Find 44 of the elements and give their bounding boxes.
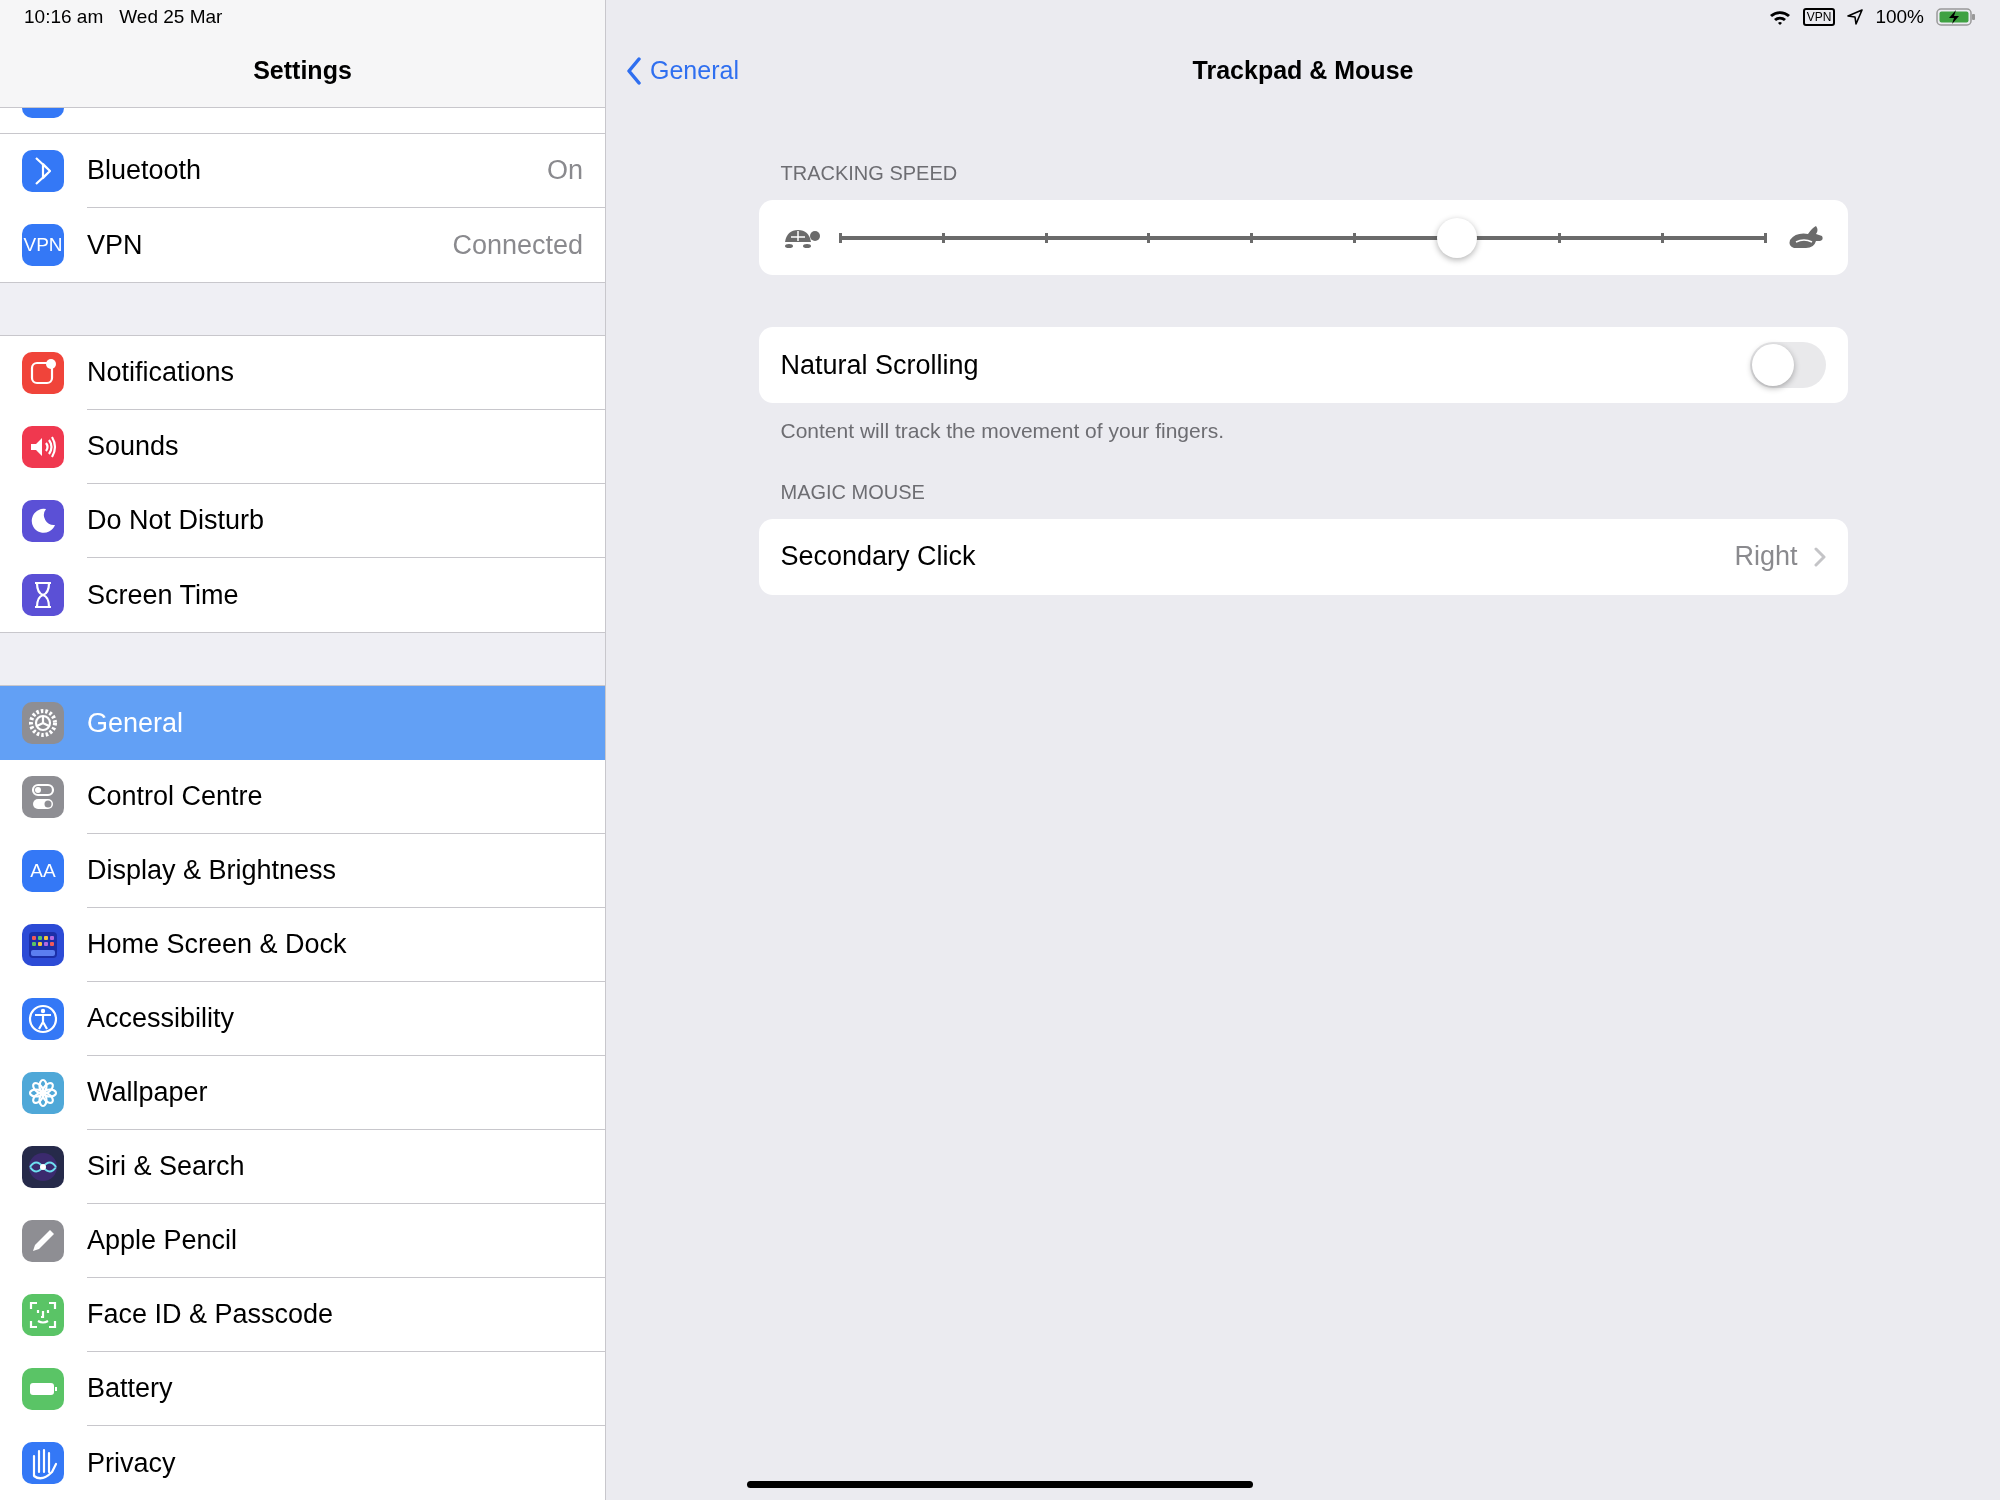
sidebar-item-label: Privacy: [87, 1446, 176, 1480]
sidebar-item-label: Apple Pencil: [87, 1224, 238, 1258]
sidebar-item-label: Control Centre: [87, 780, 263, 814]
sidebar-item-label: Accessibility: [87, 1002, 235, 1036]
sidebar-item-label: Do Not Disturb: [87, 504, 265, 538]
section-header: MAGIC MOUSE: [779, 479, 926, 505]
sidebar-item-label: Screen Time: [87, 578, 239, 612]
sidebar-item-label: Sounds: [87, 430, 179, 464]
sidebar-title: Settings: [253, 54, 352, 86]
sidebar-item-label: Bluetooth: [87, 154, 202, 188]
sidebar-item-label: Home Screen & Dock: [87, 928, 347, 962]
battery-percentage: 100%: [1875, 4, 1924, 29]
sidebar-item-label: Display & Brightness: [87, 854, 337, 888]
vpn-badge: VPN: [1802, 8, 1836, 26]
sidebar-item-label: Face ID & Passcode: [87, 1298, 334, 1332]
sidebar-item-value: Connected: [452, 228, 583, 262]
app-icon: [22, 108, 64, 118]
secondary-click-row[interactable]: Secondary Click Right: [758, 518, 1848, 595]
section-header: TRACKING SPEED: [779, 161, 959, 186]
sidebar-item-label: VPN: [87, 228, 143, 262]
battery-charging-icon: [1936, 8, 1976, 26]
toggle-switch[interactable]: [1749, 342, 1826, 388]
sidebar-item-label: General: [87, 706, 184, 740]
sidebar-item-label: Notifications: [87, 356, 235, 390]
natural-scrolling-label: Natural Scrolling: [780, 348, 979, 382]
status-date: Wed 25 Mar: [119, 4, 223, 29]
app-icon: VPN: [22, 224, 64, 266]
back-button[interactable]: General: [626, 51, 739, 90]
status-time: 10:16 am: [24, 4, 104, 29]
sidebar-item-label: Battery: [87, 1372, 173, 1406]
chevron-left-icon: [626, 56, 642, 85]
tracking-speed-slider[interactable]: [840, 217, 1766, 258]
page-title: Trackpad & Mouse: [1192, 54, 1414, 86]
app-icon: AA: [22, 850, 64, 892]
secondary-click-value: Right: [1734, 540, 1798, 574]
secondary-click-label: Secondary Click: [780, 540, 976, 574]
sidebar-item-label: Wallpaper: [87, 1076, 208, 1110]
sidebar-item-label: Siri & Search: [87, 1150, 245, 1184]
slider-thumb[interactable]: [1437, 217, 1478, 258]
wifi-icon: [1768, 8, 1791, 26]
chevron-right-icon: [1813, 546, 1826, 567]
location-arrow-icon: [1847, 9, 1864, 25]
sidebar-item-value: On: [546, 154, 583, 188]
footer-text: Content will track the movement of your fingers.: [779, 418, 1226, 444]
